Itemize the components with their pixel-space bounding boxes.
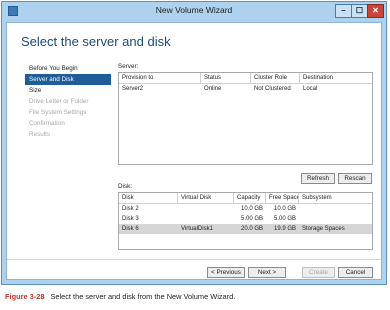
table-cell: VirtualDisk1 — [181, 226, 213, 232]
column-header[interactable]: Provision to — [119, 73, 201, 83]
minimize-button[interactable]: – — [335, 4, 352, 18]
table-cell — [178, 204, 234, 214]
table-cell: 10.0 GB — [273, 206, 296, 212]
next-button[interactable]: Next > — [248, 267, 286, 278]
figure-caption: Figure 3-28 Select the server and disk fr… — [5, 292, 235, 301]
table-cell: Server2 — [122, 86, 144, 92]
disk-table[interactable]: Disk Virtual Disk Capacity Free Space Su… — [118, 192, 373, 250]
table-cell: 5.00 GB — [273, 216, 296, 222]
step-drive-letter: Drive Letter or Folder — [29, 98, 89, 105]
table-cell: 5.00 GB — [240, 216, 263, 222]
page-title: Select the server and disk — [21, 34, 171, 49]
title-bar[interactable]: New Volume Wizard – ☐ ✕ — [2, 2, 386, 21]
server-table[interactable]: Provision to Status Cluster Role Destina… — [118, 72, 373, 165]
server-table-header: Provision to Status Cluster Role Destina… — [119, 73, 372, 84]
table-cell: Disk 3 — [122, 216, 139, 222]
maximize-button[interactable]: ☐ — [351, 4, 368, 18]
wizard-content: Select the server and disk Before You Be… — [6, 22, 382, 280]
disk-label: Disk: — [118, 183, 132, 190]
cancel-button[interactable]: Cancel — [338, 267, 373, 278]
column-header[interactable]: Destination — [300, 73, 372, 83]
refresh-button[interactable]: Refresh — [301, 173, 335, 184]
table-row[interactable]: Server2 Online Not Clustered Local — [119, 84, 372, 94]
window-title: New Volume Wizard — [155, 5, 233, 15]
column-header[interactable]: Capacity — [234, 193, 266, 203]
step-file-system-settings: File System Settings — [29, 109, 87, 116]
table-cell — [299, 204, 372, 214]
footer-divider — [7, 259, 381, 260]
wizard-window: New Volume Wizard – ☐ ✕ Select the serve… — [1, 1, 387, 285]
table-cell: Local — [303, 86, 318, 92]
disk-table-header: Disk Virtual Disk Capacity Free Space Su… — [119, 193, 372, 204]
create-button: Create — [302, 267, 335, 278]
column-header[interactable]: Free Space — [266, 193, 299, 203]
figure-number: Figure 3-28 — [5, 292, 45, 301]
table-cell: 20.0 GB — [240, 226, 263, 232]
column-header[interactable]: Virtual Disk — [178, 193, 234, 203]
column-header[interactable]: Cluster Role — [251, 73, 300, 83]
table-row[interactable]: Disk 2 10.0 GB 10.0 GB — [119, 204, 372, 214]
column-header[interactable]: Disk — [119, 193, 178, 203]
table-row[interactable]: Disk 3 5.00 GB 5.00 GB — [119, 214, 372, 224]
previous-button[interactable]: < Previous — [207, 267, 245, 278]
step-before-you-begin[interactable]: Before You Begin — [25, 63, 111, 74]
step-size[interactable]: Size — [25, 85, 111, 96]
rescan-button[interactable]: Rescan — [338, 173, 372, 184]
table-cell: Storage Spaces — [302, 226, 345, 232]
table-cell: 19.9 GB — [273, 226, 296, 232]
table-cell: 10.0 GB — [240, 206, 263, 212]
step-server-and-disk[interactable]: Server and Disk — [25, 74, 111, 85]
close-button[interactable]: ✕ — [367, 4, 384, 18]
table-cell: Disk 6 — [122, 226, 139, 232]
table-row-selected[interactable]: Disk 6 VirtualDisk1 20.0 GB 19.9 GB Stor… — [119, 224, 372, 234]
table-cell: Not Clustered — [254, 86, 291, 92]
table-cell: Online — [204, 86, 222, 92]
wizard-steps: Before You Begin Server and Disk Size Dr… — [25, 63, 111, 140]
caption-text: Select the server and disk from the New … — [50, 292, 236, 301]
column-header[interactable]: Status — [201, 73, 251, 83]
step-results: Results — [29, 131, 50, 138]
step-confirmation: Confirmation — [29, 120, 65, 127]
table-cell: Disk 2 — [122, 206, 139, 212]
column-header[interactable]: Subsystem — [299, 193, 372, 203]
table-cell — [299, 214, 372, 224]
server-label: Server: — [118, 63, 139, 70]
table-cell — [178, 214, 234, 224]
